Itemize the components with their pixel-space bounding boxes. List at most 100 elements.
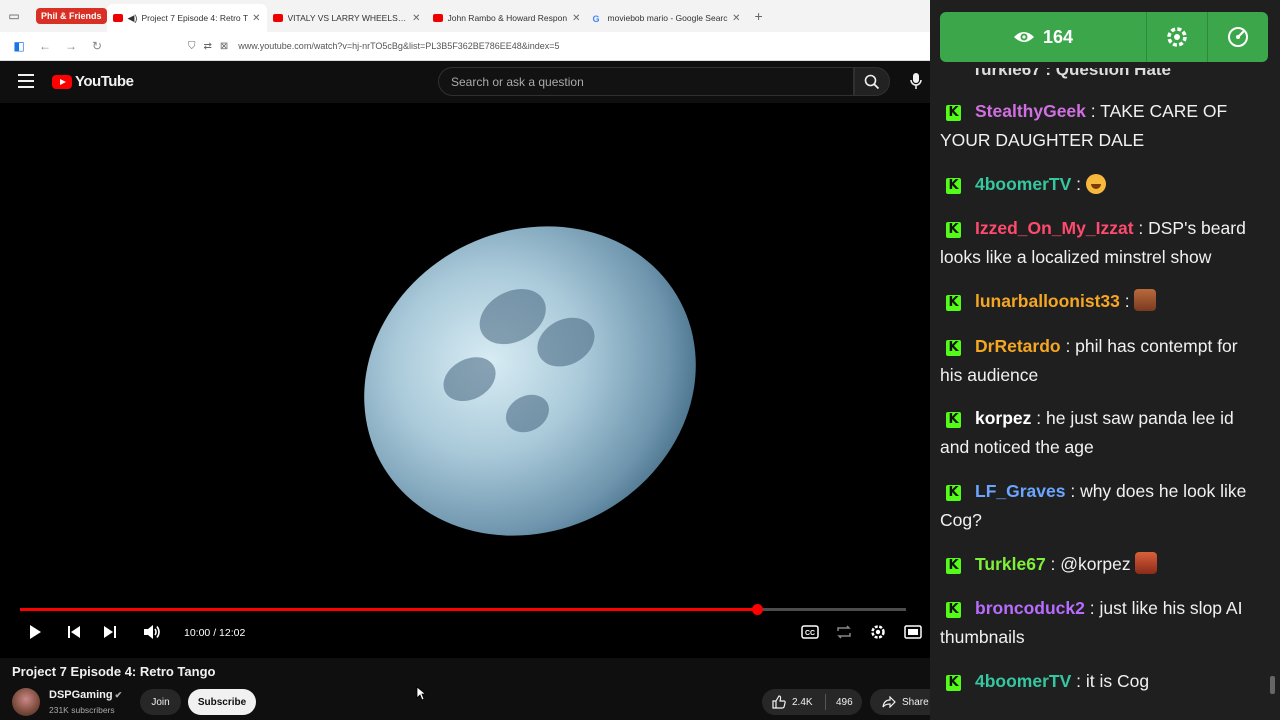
sidebar-toggle-icon[interactable]: ◧ xyxy=(6,39,32,53)
chat-username[interactable]: Turkle67 xyxy=(975,554,1046,574)
url-field[interactable]: www.youtube.com/watch?v=hj-nrTO5cBg&list… xyxy=(238,41,559,51)
chat-username[interactable]: LF_Graves xyxy=(975,481,1065,501)
play-icon[interactable] xyxy=(26,621,44,643)
moon-mare xyxy=(435,348,504,410)
grin-emoji-icon xyxy=(1085,174,1106,194)
tab-menu-icon[interactable]: ▭ xyxy=(0,0,28,32)
chat-message: K Turkle67 : @korpez xyxy=(940,550,1260,579)
kick-badge-icon: K xyxy=(946,558,961,574)
youtube-header: YouTube Search or ask a question xyxy=(0,61,930,103)
video-player[interactable]: 10:00 / 12:02 CC xyxy=(0,103,930,658)
kick-badge-icon: K xyxy=(946,222,961,238)
viewer-count-button[interactable]: 164 xyxy=(940,12,1146,62)
shield-icon[interactable]: ⛉ xyxy=(188,41,196,52)
chat-username[interactable]: lunarballoonist33 xyxy=(975,291,1120,311)
tab-project-7[interactable]: ◀) Project 7 Episode 4: Retro T ✕ xyxy=(106,4,267,32)
kick-badge-icon: K xyxy=(946,178,961,194)
chat-username[interactable]: korpez xyxy=(975,408,1031,428)
close-tab-icon[interactable]: ✕ xyxy=(732,13,740,24)
chat-message: K StealthyGeek : TAKE CARE OF YOUR DAUGHT… xyxy=(940,101,1228,150)
close-tab-icon[interactable]: ✕ xyxy=(252,13,260,24)
progress-bar[interactable] xyxy=(20,604,906,615)
search-input[interactable]: Search or ask a question xyxy=(438,67,854,96)
next-icon[interactable] xyxy=(100,621,120,643)
chat-message: Klunarballoonist33 : xyxy=(940,287,1260,316)
logo-text: YouTube xyxy=(75,73,134,90)
search-button[interactable] xyxy=(854,67,890,96)
forward-icon[interactable]: → xyxy=(58,39,84,53)
subscribe-button[interactable]: Subscribe xyxy=(188,689,256,715)
back-icon[interactable]: ← xyxy=(32,39,58,53)
tab-title: John Rambo & Howard Respon xyxy=(447,13,568,23)
previous-icon[interactable] xyxy=(64,621,84,643)
chat-username[interactable]: 4boomerTV xyxy=(975,671,1071,691)
chat-username[interactable]: 4boomerTV xyxy=(975,174,1071,194)
volume-icon[interactable] xyxy=(142,621,162,643)
time-display: 10:00 / 12:02 xyxy=(184,627,246,639)
youtube-favicon-icon xyxy=(112,14,123,22)
chat-username[interactable]: DrRetardo xyxy=(975,336,1061,356)
like-button[interactable]: 2.4K xyxy=(762,694,826,710)
chat-username[interactable]: broncoduck2 xyxy=(975,598,1085,618)
kick-badge-icon: K xyxy=(946,675,961,691)
chat-speed-button[interactable] xyxy=(1207,12,1268,62)
chat-username[interactable]: Izzed_On_My_Izzat xyxy=(975,218,1134,238)
screen: ▭ Phil & Friends ◀) Project 7 Episode 4:… xyxy=(0,0,1280,720)
video-title: Project 7 Episode 4: Retro Tango xyxy=(12,664,216,679)
chat-settings-button[interactable] xyxy=(1146,12,1207,62)
speedometer-icon xyxy=(1228,27,1248,47)
close-tab-icon[interactable]: ✕ xyxy=(412,13,420,24)
tab-title: Project 7 Episode 4: Retro T xyxy=(141,13,249,23)
tab-vitaly[interactable]: VITALY VS LARRY WHEELS (FULL ✕ xyxy=(267,4,427,32)
chat-text: it is Cog xyxy=(1085,671,1150,691)
dislike-button[interactable]: 496 xyxy=(826,697,853,708)
kick-badge-icon: K xyxy=(946,485,961,501)
chat-message: K Izzed_On_My_Izzat : DSP's beard looks l… xyxy=(940,218,1246,267)
chat-username[interactable]: StealthyGeek xyxy=(975,101,1086,121)
hamburger-menu-icon[interactable] xyxy=(18,74,34,88)
permissions-icon[interactable]: ⊠ xyxy=(220,41,228,52)
connection-icon[interactable]: ⇄ xyxy=(204,41,212,52)
share-icon xyxy=(882,696,896,708)
tab-group-label[interactable]: Phil & Friends xyxy=(36,8,107,24)
chat-toolbar: 164 xyxy=(940,12,1268,62)
reload-icon[interactable]: ↻ xyxy=(84,39,110,53)
youtube-play-logo-icon xyxy=(52,74,72,89)
new-tab-icon[interactable]: + xyxy=(755,8,763,24)
microphone-icon[interactable] xyxy=(906,71,926,91)
captions-icon[interactable]: CC xyxy=(800,621,820,643)
tab-john-rambo[interactable]: John Rambo & Howard Respon ✕ xyxy=(427,4,587,32)
chat-message: K LF_Graves : why does he look like Cog? xyxy=(940,481,1247,530)
tab-moviebob[interactable]: G moviebob mario - Google Searc ✕ xyxy=(587,4,747,32)
address-bar: ◧ ← → ↻ ⛉ ⇄ ⊠ www.youtube.com/watch?v=hj… xyxy=(0,32,930,61)
chat-message: K 4boomerTV : xyxy=(940,170,1260,199)
subscriber-count: 231K subscribers xyxy=(49,705,115,715)
channel-avatar[interactable] xyxy=(12,688,40,716)
channel-name[interactable]: DSPGaming ✔ xyxy=(49,689,122,701)
kick-badge-icon: K xyxy=(946,602,961,618)
close-tab-icon[interactable]: ✕ xyxy=(572,13,580,24)
youtube-favicon-icon xyxy=(272,14,283,22)
search-icon xyxy=(864,74,880,89)
mouse-cursor-icon xyxy=(416,686,427,706)
gear-icon xyxy=(1167,27,1187,47)
dislike-count: 496 xyxy=(836,696,853,708)
join-button[interactable]: Join xyxy=(140,689,181,715)
theater-mode-icon[interactable] xyxy=(902,621,924,643)
speaker-icon[interactable]: ◀) xyxy=(128,13,138,24)
kick-badge-icon: K xyxy=(946,295,961,311)
scrubber-handle[interactable] xyxy=(751,604,763,615)
chat-message: K DrRetardo : phil has contempt for his a… xyxy=(940,336,1238,385)
kick-badge-icon: K xyxy=(946,412,961,428)
youtube-logo[interactable]: YouTube xyxy=(52,73,134,90)
face-emote-icon xyxy=(1134,289,1157,311)
chat-scrollbar[interactable] xyxy=(1270,676,1275,694)
browser-tab-bar: ▭ Phil & Friends ◀) Project 7 Episode 4:… xyxy=(0,0,930,32)
moon-video-frame xyxy=(309,168,751,594)
settings-gear-icon[interactable] xyxy=(868,621,888,643)
svg-text:CC: CC xyxy=(805,630,815,637)
progress-fill xyxy=(20,608,757,611)
kick-badge-icon: K xyxy=(946,105,961,121)
autoplay-loop-icon[interactable] xyxy=(834,621,854,643)
like-dislike-bar: 2.4K 496 xyxy=(762,689,862,715)
